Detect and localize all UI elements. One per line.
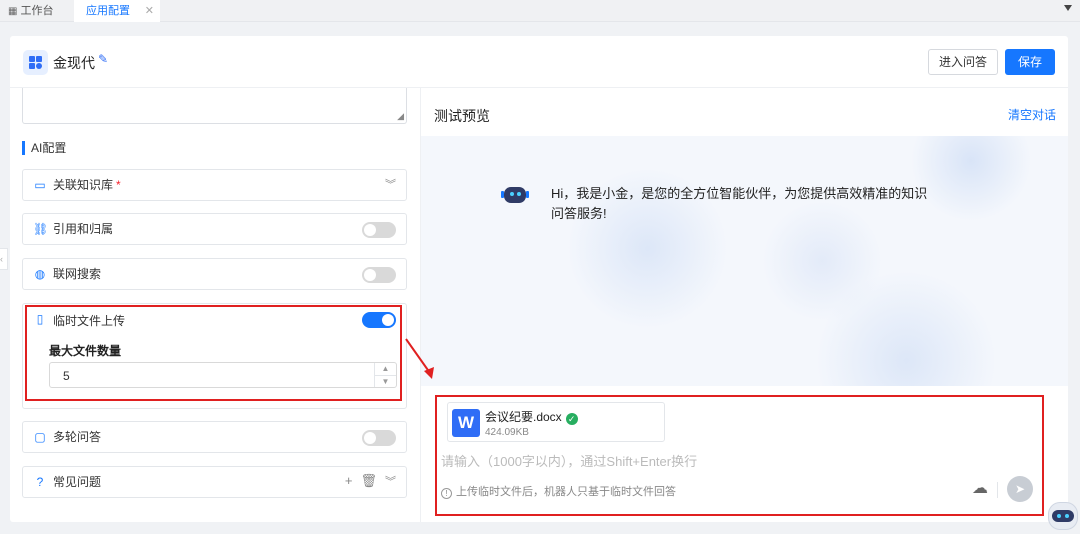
multi-turn-toggle[interactable] [362,430,396,446]
chat-area: Hi，我是小金，是您的全方位智能伙伴，为您提供高效精准的知识问答服务! [421,136,1068,386]
faq-label: 常见问题 [53,475,102,489]
tab-app-config-label: 应用配置 [86,5,130,17]
save-button[interactable]: 保存 [1005,49,1055,75]
section-title: AI配置 [22,141,66,155]
resize-handle-icon[interactable]: ◢ [397,111,404,122]
book-icon: ▭ [34,178,46,192]
tab-workbench[interactable]: ▦ 工作台 [8,0,72,22]
globe-icon: ◍ [34,267,46,281]
double-chevron-down-icon[interactable]: ︾ [385,476,396,488]
bot-avatar-icon [501,184,529,206]
web-search-toggle[interactable] [362,267,396,283]
citation-toggle[interactable] [362,222,396,238]
annotation-arrow [405,338,434,379]
link-icon: ⛓ [33,222,49,236]
multi-turn-row: ▢ 多轮问答 [22,421,407,453]
bot-greeting: Hi，我是小金，是您的全方位智能伙伴，为您提供高效精准的知识问答服务! [551,186,928,221]
description-textarea[interactable]: ◢ [22,88,407,124]
grid-icon: ▦ [8,6,18,17]
floating-bot-icon[interactable] [1044,498,1080,534]
app-grid-icon [23,50,48,75]
preview-title: 测试预览 [434,108,490,124]
edit-icon[interactable]: ✎ [98,52,108,66]
enter-qa-button[interactable]: 进入问答 [928,49,998,75]
close-icon[interactable]: ✕ [145,0,154,22]
page-header: 金现代 ✎ 进入问答 保存 [10,36,1068,88]
tab-bar: ▦ 工作台 应用配置 ✕ [0,0,1080,22]
web-search-label: 联网搜索 [53,267,102,281]
annotation-box-upload-setting [25,305,402,401]
citation-row: ⛓ 引用和归属 [22,213,407,245]
tab-app-config[interactable]: 应用配置 ✕ [74,0,160,22]
citation-label: 引用和归属 [53,222,114,236]
collapse-handle-icon[interactable]: ‹ [0,248,8,270]
web-search-row: ◍ 联网搜索 [22,258,407,290]
trash-icon[interactable]: 🗑 [360,473,377,488]
annotation-box-composer [435,395,1044,516]
knowledge-base-row[interactable]: ▭ 关联知识库 * ︾ [22,169,407,201]
clear-chat-link[interactable]: 清空对话 [1008,106,1056,123]
tab-workbench-label: 工作台 [20,5,54,17]
app-name: 金现代 [53,55,95,71]
chevron-down-icon[interactable] [1064,5,1072,11]
double-chevron-down-icon[interactable]: ︾ [385,177,396,193]
chat-bubble-icon: ▢ [34,430,46,444]
knowledge-base-label: 关联知识库 [53,178,114,192]
plus-icon[interactable]: + [345,473,353,488]
faq-row: ? 常见问题 + 🗑 ︾ [22,466,407,498]
question-icon: ? [36,475,44,489]
required-mark: * [116,178,121,192]
multi-turn-label: 多轮问答 [53,430,102,444]
